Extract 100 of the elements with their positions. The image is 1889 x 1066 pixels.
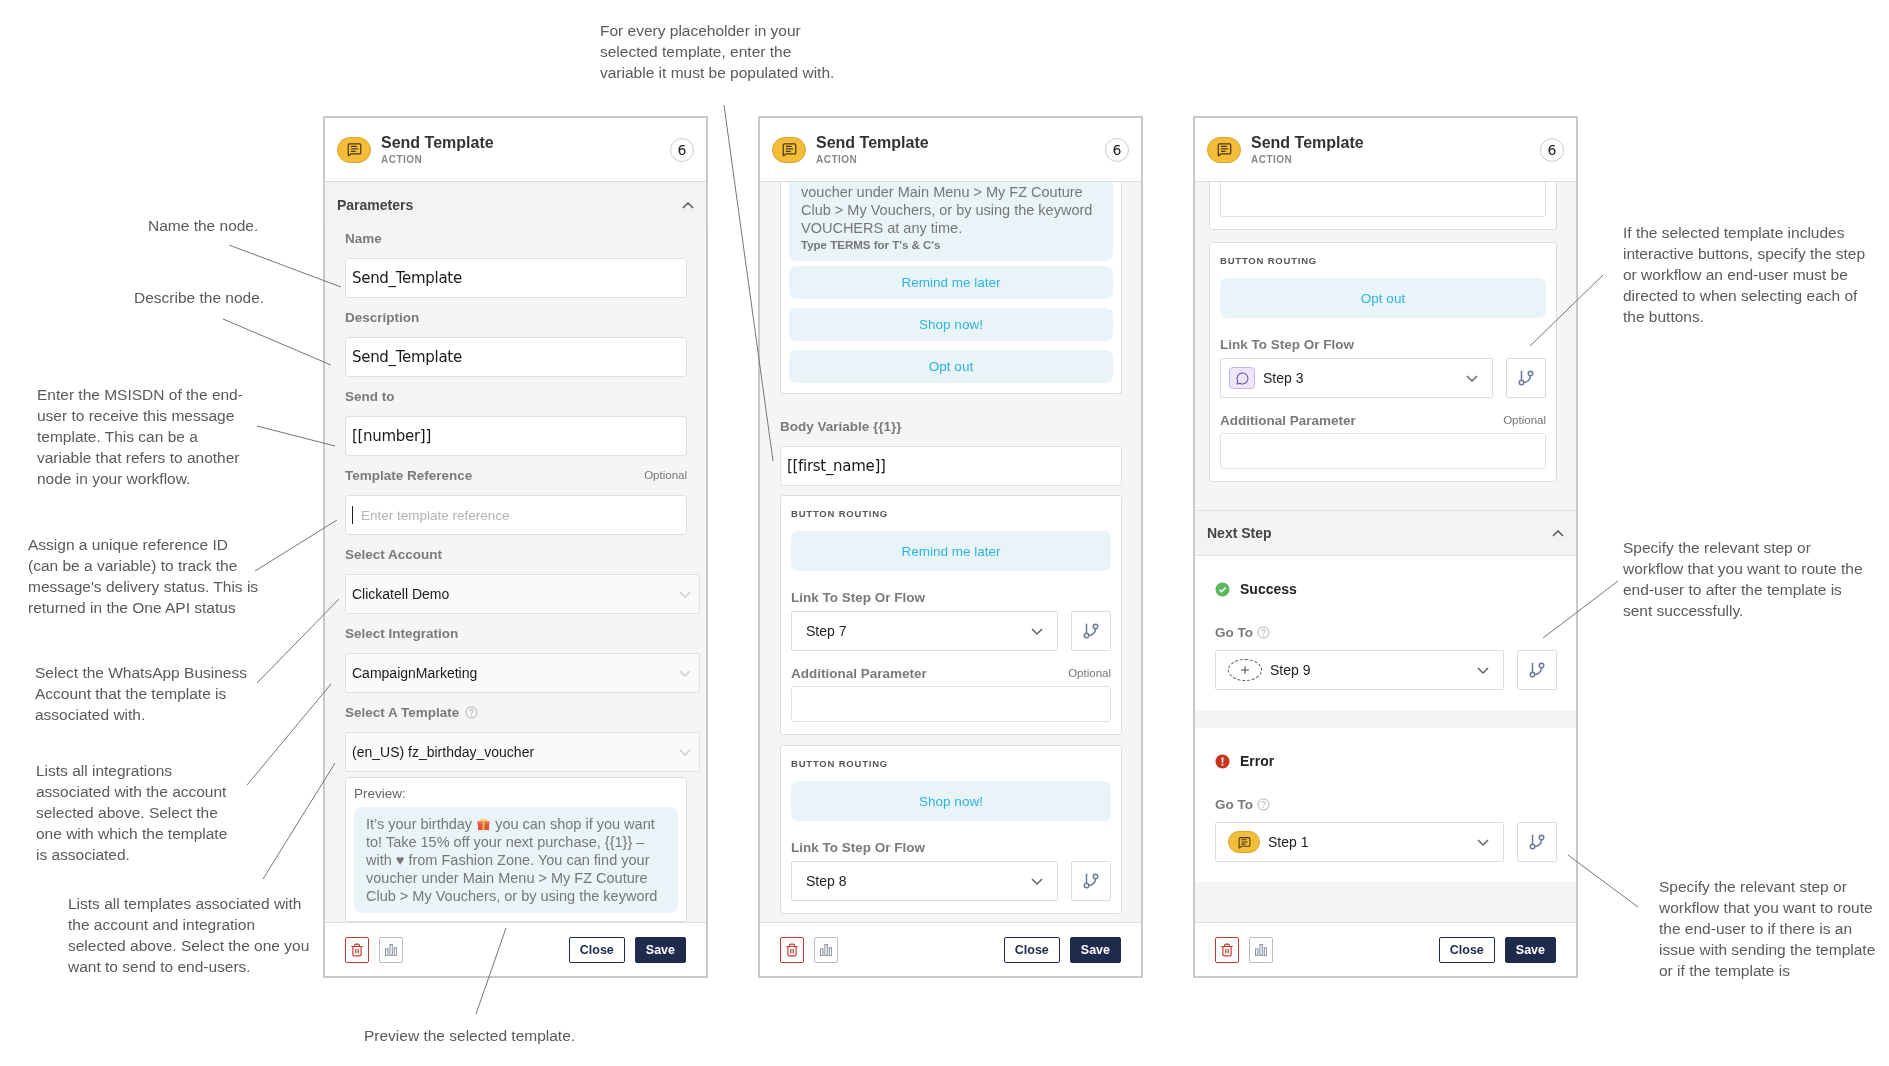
bar-chart-icon bbox=[820, 943, 832, 956]
field-label: Template Reference bbox=[345, 467, 473, 483]
field-label: Link To Step Or Flow bbox=[791, 589, 925, 605]
delete-button[interactable] bbox=[345, 936, 369, 963]
field-label: Select A Template bbox=[345, 704, 460, 720]
chevron-down-icon bbox=[679, 669, 691, 677]
panel-subtitle: ACTION bbox=[1251, 154, 1294, 165]
field-label: Body Variable {{1}} bbox=[780, 418, 902, 434]
optional-label: Optional bbox=[1503, 414, 1546, 426]
annotation-text: Specify the relevant step or workflow that you want to route the end-user to if there is an issue with sending the template or if the template is bbox=[1659, 877, 1877, 981]
input-field[interactable] bbox=[791, 686, 1111, 722]
select-field[interactable]: (en_US) fz_birthday_voucher bbox=[345, 732, 700, 772]
stats-button[interactable] bbox=[1249, 936, 1273, 963]
select-field[interactable]: CampaignMarketing bbox=[345, 653, 700, 693]
trash-icon bbox=[785, 942, 799, 957]
chevron-down-icon bbox=[1031, 877, 1043, 885]
chat-bubble-icon bbox=[1229, 367, 1255, 389]
message-icon bbox=[1228, 831, 1260, 853]
branch-icon bbox=[1517, 369, 1535, 387]
annotation-text: For every placeholder in your selected template, enter the variable it must be populated with. bbox=[600, 21, 836, 83]
branch-icon bbox=[1082, 622, 1100, 640]
select-field[interactable]: Clickatell Demo bbox=[345, 574, 700, 614]
close-button[interactable]: Close bbox=[1003, 936, 1060, 963]
field-label: Name bbox=[345, 230, 382, 246]
step-select[interactable]: Step 3 bbox=[1220, 358, 1493, 398]
status-label: Success bbox=[1240, 581, 1297, 597]
step-select[interactable]: Step 7 bbox=[791, 611, 1058, 651]
preview-label: Preview: bbox=[354, 786, 407, 801]
delete-button[interactable] bbox=[780, 936, 804, 963]
card-heading: BUTTON ROUTING bbox=[791, 758, 890, 769]
field-label: Additional Parameter bbox=[1220, 412, 1356, 428]
field-label: Select Integration bbox=[345, 625, 459, 641]
branch-icon bbox=[1528, 833, 1546, 851]
card-heading: BUTTON ROUTING bbox=[1220, 255, 1319, 266]
save-button[interactable]: Save bbox=[634, 936, 686, 963]
step-select[interactable]: Step 8 bbox=[791, 861, 1058, 901]
step-select[interactable]: Step 1 bbox=[1215, 822, 1504, 862]
input-field[interactable] bbox=[1220, 182, 1546, 217]
input-field[interactable]: Send_Template bbox=[345, 337, 687, 377]
chevron-down-icon bbox=[1031, 627, 1043, 635]
message-text: to! Take 15% off your next purchase, {{1}} – with ♥ from Fashion Zone. You can find your voucher under Main Menu > My FZ Couture Club > My Vouchers, or by using the keyword bbox=[366, 833, 659, 905]
close-button[interactable]: Close bbox=[1438, 936, 1495, 963]
chevron-down-icon bbox=[679, 590, 691, 598]
chevron-down-icon bbox=[679, 748, 691, 756]
trash-icon bbox=[1220, 942, 1234, 957]
trash-icon bbox=[350, 942, 364, 957]
field-label: Select Account bbox=[345, 546, 443, 562]
annotation-text: Specify the relevant step or workflow that you want to route the end-user to after the template is sent successfully. bbox=[1623, 538, 1863, 621]
annotation-text: Name the node. bbox=[148, 216, 259, 236]
stats-button[interactable] bbox=[814, 936, 838, 963]
step-select-value: Step 1 bbox=[1268, 834, 1310, 850]
gift-icon bbox=[477, 817, 491, 831]
message-text: voucher under Main Menu > My FZ Couture Club > My Vouchers, or by using the keyword VOUCHERS at any time. bbox=[801, 183, 1094, 237]
input-field[interactable]: [[first_name]] bbox=[780, 446, 1122, 486]
input-field[interactable] bbox=[1220, 433, 1546, 469]
error-circle-icon bbox=[1215, 753, 1230, 769]
step-select-value: Step 3 bbox=[1263, 370, 1305, 386]
step-select-value: Step 7 bbox=[806, 623, 848, 639]
annotation-text: Enter the MSISDN of the end-user to receive this message template. This can be a variable that refers to another node in your workflow. bbox=[37, 385, 244, 489]
field-label: Additional Parameter bbox=[791, 665, 927, 681]
branch-button[interactable] bbox=[1517, 822, 1557, 862]
step-select-value: Step 8 bbox=[806, 873, 848, 889]
section-header[interactable]: Next Step bbox=[1195, 510, 1576, 556]
step-select[interactable]: Step 9 bbox=[1215, 650, 1504, 690]
panel-title: Send Template bbox=[816, 134, 930, 152]
annotation-text: Describe the node. bbox=[134, 288, 265, 308]
field-label: Send to bbox=[345, 388, 395, 404]
message-text: you can shop if you want bbox=[495, 815, 655, 833]
section-title: Parameters bbox=[337, 197, 414, 213]
chevron-down-icon bbox=[1477, 666, 1489, 674]
field-label: Go To bbox=[1215, 796, 1253, 812]
input-field[interactable]: Send_Template bbox=[345, 258, 687, 298]
section-title: Next Step bbox=[1207, 525, 1272, 541]
message-icon bbox=[337, 136, 371, 163]
save-button[interactable]: Save bbox=[1504, 936, 1556, 963]
message-icon bbox=[1207, 136, 1241, 163]
field-label: Go To bbox=[1215, 624, 1253, 640]
stats-button[interactable] bbox=[379, 936, 403, 963]
annotation-text: If the selected template includes interactive buttons, specify the step or workflow an end-user must be directed to when selecting each of the buttons. bbox=[1623, 223, 1867, 327]
panel-subtitle: ACTION bbox=[381, 154, 424, 165]
field-label: Description bbox=[345, 309, 420, 325]
annotation-text: Assign a unique reference ID (can be a variable) to track the message's delivery status. This is returned in the One API status bbox=[28, 535, 260, 618]
branch-button[interactable] bbox=[1071, 611, 1111, 651]
bar-chart-icon bbox=[1255, 943, 1267, 956]
optional-label: Optional bbox=[1068, 667, 1111, 679]
check-circle-icon bbox=[1215, 581, 1230, 597]
branch-button[interactable] bbox=[1517, 650, 1557, 690]
chevron-down-icon bbox=[1466, 374, 1478, 382]
message-text: It’s your birthday bbox=[366, 815, 473, 833]
bar-chart-icon bbox=[385, 943, 397, 956]
save-button[interactable]: Save bbox=[1069, 936, 1121, 963]
annotation-text: Select the WhatsApp Business Account that the template is associated with. bbox=[35, 663, 248, 725]
branch-button[interactable] bbox=[1071, 861, 1111, 901]
card-heading: BUTTON ROUTING bbox=[791, 508, 890, 519]
input-field[interactable]: [[number]] bbox=[345, 416, 687, 456]
branch-button[interactable] bbox=[1506, 358, 1546, 398]
message-footer: Type TERMS for T's & C's bbox=[801, 239, 1101, 251]
branch-icon bbox=[1082, 872, 1100, 890]
close-button[interactable]: Close bbox=[568, 936, 625, 963]
delete-button[interactable] bbox=[1215, 936, 1239, 963]
